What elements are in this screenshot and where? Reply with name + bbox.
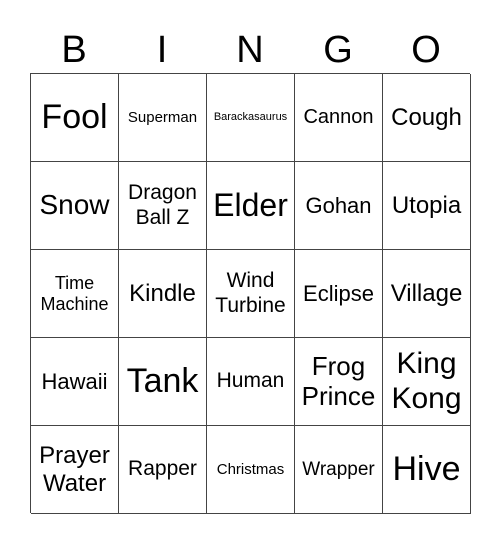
bingo-cell[interactable]: Eclipse <box>295 250 383 338</box>
bingo-cell[interactable]: Cough <box>383 74 471 162</box>
bingo-cell[interactable]: Elder <box>207 162 295 250</box>
bingo-cell[interactable]: Gohan <box>295 162 383 250</box>
bingo-cell[interactable]: Utopia <box>383 162 471 250</box>
bingo-cell[interactable]: Superman <box>119 74 207 162</box>
header-letter-o: O <box>411 29 441 71</box>
bingo-cell[interactable]: Tank <box>119 338 207 426</box>
bingo-cell[interactable]: Frog Prince <box>295 338 383 426</box>
header-letter-n: N <box>236 29 264 71</box>
bingo-cell[interactable]: Cannon <box>295 74 383 162</box>
bingo-cell[interactable]: Village <box>383 250 471 338</box>
header-letter-b: B <box>61 29 87 71</box>
bingo-cell[interactable]: Christmas <box>207 426 295 514</box>
header-letter-g: G <box>323 29 353 71</box>
bingo-cell[interactable]: Barackasaurus <box>207 74 295 162</box>
bingo-cell[interactable]: Rapper <box>119 426 207 514</box>
bingo-cell[interactable]: Kindle <box>119 250 207 338</box>
bingo-cell[interactable]: Fool <box>31 74 119 162</box>
bingo-cell[interactable]: King Kong <box>383 338 471 426</box>
bingo-cell[interactable]: Prayer Water <box>31 426 119 514</box>
bingo-cell[interactable]: Wind Turbine <box>207 250 295 338</box>
bingo-cell[interactable]: Snow <box>31 162 119 250</box>
header-letter-i: I <box>156 29 168 71</box>
bingo-cell[interactable]: Wrapper <box>295 426 383 514</box>
bingo-cell[interactable]: Hive <box>383 426 471 514</box>
bingo-grid: Fool Superman Barackasaurus Cannon Cough Snow… <box>30 73 471 514</box>
bingo-cell[interactable]: Hawaii <box>31 338 119 426</box>
bingo-cell[interactable]: Human <box>207 338 295 426</box>
bingo-cell[interactable]: Time Machine <box>31 250 119 338</box>
bingo-cell[interactable]: Dragon Ball Z <box>119 162 207 250</box>
bingo-header: B I N G O <box>30 28 470 72</box>
